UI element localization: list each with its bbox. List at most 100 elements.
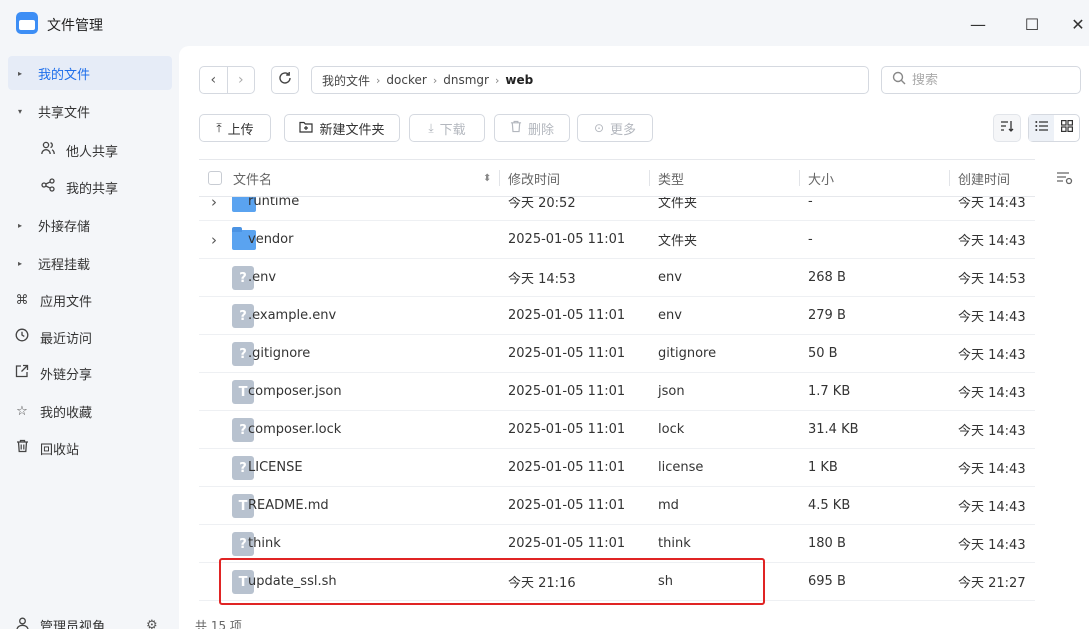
more-label: 更多 [610, 122, 637, 138]
cell-created: 今天 14:43 [958, 500, 1026, 515]
clock-icon [10, 328, 34, 346]
table-row[interactable]: Tcomposer.json 2025-01-05 11:01 json 1.7 KB… [199, 373, 1035, 411]
header-size[interactable]: 大小 [808, 160, 834, 196]
cell-name: runtime [248, 197, 300, 209]
users-icon [36, 141, 60, 159]
cell-size: 50 B [808, 346, 838, 361]
column-divider[interactable] [949, 170, 950, 186]
breadcrumb-item[interactable]: docker [386, 73, 426, 87]
table-row[interactable]: › vendor 2025-01-05 11:01 文件夹 - 今天 14:43 [199, 221, 1035, 259]
cell-name: composer.lock [248, 422, 342, 437]
cell-modified: 2025-01-05 11:01 [508, 460, 626, 475]
sidebar-item-remote-mount[interactable]: ▸ 远程挂载 [8, 246, 172, 280]
header-modified[interactable]: 修改时间 [508, 160, 560, 196]
table-header: 文件名 ⬍ 修改时间 类型 大小 创建时间 [199, 159, 1035, 197]
search-icon [892, 71, 906, 89]
refresh-button[interactable] [271, 66, 299, 94]
column-settings-icon[interactable] [1056, 171, 1074, 189]
breadcrumb-current[interactable]: web [505, 73, 533, 87]
cell-created: 今天 14:43 [958, 348, 1026, 363]
column-divider[interactable] [799, 170, 800, 186]
select-all-checkbox[interactable] [208, 171, 222, 185]
sidebar-item-label: 我的文件 [38, 67, 91, 83]
admin-view-label: 管理员视角 [40, 619, 106, 629]
sidebar-item-label: 最近访问 [40, 331, 93, 347]
table-row[interactable]: ? composer.lock 2025-01-05 11:01 lock 31.4 K… [199, 411, 1035, 449]
caret-right-icon: ▸ [17, 258, 22, 268]
more-button[interactable]: ⊙ 更多 [577, 114, 653, 142]
cell-modified: 2025-01-05 11:01 [508, 536, 626, 551]
new-folder-label: 新建文件夹 [319, 122, 385, 138]
cell-type: gitignore [658, 346, 717, 361]
sidebar-item-my-files[interactable]: ▸ 我的文件 [8, 56, 172, 90]
sidebar-item-external-link[interactable]: 外链分享 [8, 356, 172, 390]
chevron-left-icon: ‹ [210, 72, 217, 88]
sidebar-item-label: 他人共享 [66, 144, 119, 160]
cell-type: license [658, 460, 704, 475]
upload-button[interactable]: ⤒ 上传 [199, 114, 271, 142]
cell-size: - [808, 197, 813, 209]
cell-size: - [808, 232, 813, 247]
delete-button[interactable]: 删除 [494, 114, 570, 142]
sidebar-item-external-storage[interactable]: ▸ 外接存储 [8, 208, 172, 242]
maximize-button[interactable]: ☐ [1020, 12, 1044, 36]
table-row[interactable]: ? LICENSE 2025-01-05 11:01 license 1 KB 今天 14… [199, 449, 1035, 487]
new-folder-button[interactable]: 新建文件夹 [284, 114, 400, 142]
sidebar-item-shared-files[interactable]: ▾ 共享文件 [8, 94, 172, 128]
list-view-button[interactable] [1029, 115, 1054, 141]
sidebar-item-label: 我的收藏 [40, 405, 93, 421]
cell-type: 文件夹 [658, 234, 698, 249]
sidebar-item-app-files[interactable]: ⌘ 应用文件 [8, 283, 172, 317]
cell-name: composer.json [248, 384, 342, 399]
sidebar-item-label: 我的共享 [66, 181, 119, 197]
close-button[interactable]: ✕ [1066, 12, 1089, 36]
chevron-right-icon: › [494, 73, 500, 87]
sort-button[interactable] [993, 114, 1021, 142]
chevron-right-icon: › [376, 73, 381, 87]
table-row[interactable]: › runtime 今天 20:52 文件夹 - 今天 14:43 [199, 197, 1035, 221]
sidebar-item-recent[interactable]: 最近访问 [8, 320, 172, 354]
cell-created: 今天 14:43 [958, 424, 1026, 439]
expand-chevron-icon[interactable]: › [211, 221, 217, 258]
grid-view-button[interactable] [1054, 115, 1079, 141]
sidebar-item-favorites[interactable]: ☆ 我的收藏 [8, 394, 172, 428]
table-row[interactable]: ? .env 今天 14:53 env 268 B 今天 14:53 [199, 259, 1035, 297]
cell-name: .gitignore [248, 346, 311, 361]
breadcrumb-item[interactable]: dnsmgr [443, 73, 489, 87]
column-divider[interactable] [499, 170, 500, 186]
sidebar-item-my-shares[interactable]: 我的共享 [8, 170, 172, 204]
cell-modified: 2025-01-05 11:01 [508, 422, 626, 437]
expand-chevron-icon[interactable]: › [211, 197, 217, 220]
download-button[interactable]: ⤓ 下载 [409, 114, 485, 142]
header-type[interactable]: 类型 [658, 160, 684, 196]
column-divider[interactable] [649, 170, 650, 186]
table-row[interactable]: T README.md 2025-01-05 11:01 md 4.5 KB 今天 14:… [199, 487, 1035, 525]
sort-indicator-icon[interactable]: ⬍ [483, 160, 491, 196]
admin-view-switch[interactable]: 管理员视角 ⚙ [8, 613, 172, 629]
back-button[interactable]: ‹ [200, 67, 227, 93]
forward-button[interactable]: › [226, 67, 255, 93]
item-count: 共 15 项 [195, 619, 242, 629]
star-icon: ☆ [16, 403, 28, 419]
table-row[interactable]: ? .example.env 2025-01-05 11:01 env 279 B 今天 … [199, 297, 1035, 335]
highlight-box [219, 558, 765, 605]
header-name[interactable]: 文件名 [233, 160, 272, 196]
cell-created: 今天 14:43 [958, 197, 1026, 211]
main-panel: ‹ › 我的文件 › docker › dnsmgr › web ⤒ 上传 [179, 46, 1089, 629]
breadcrumb-item[interactable]: 我的文件 [322, 72, 370, 89]
cell-size: 279 B [808, 308, 846, 323]
cell-created: 今天 14:53 [958, 272, 1026, 287]
caret-right-icon: ▸ [17, 220, 22, 230]
table-row[interactable]: ? .gitignore 2025-01-05 11:01 gitignore 50 B… [199, 335, 1035, 373]
cell-name: LICENSE [248, 460, 303, 475]
cell-created: 今天 14:43 [958, 462, 1026, 477]
header-created[interactable]: 创建时间 [958, 160, 1010, 196]
cell-name: .example.env [248, 308, 337, 323]
minimize-button[interactable]: — [966, 12, 990, 36]
sidebar-item-trash[interactable]: 回收站 [8, 431, 172, 465]
sidebar-item-others-shared[interactable]: 他人共享 [8, 133, 172, 167]
cell-type: json [658, 384, 685, 399]
gear-icon[interactable]: ⚙ [146, 618, 158, 629]
search-input[interactable] [912, 72, 1062, 88]
cell-modified: 2025-01-05 11:01 [508, 384, 626, 399]
